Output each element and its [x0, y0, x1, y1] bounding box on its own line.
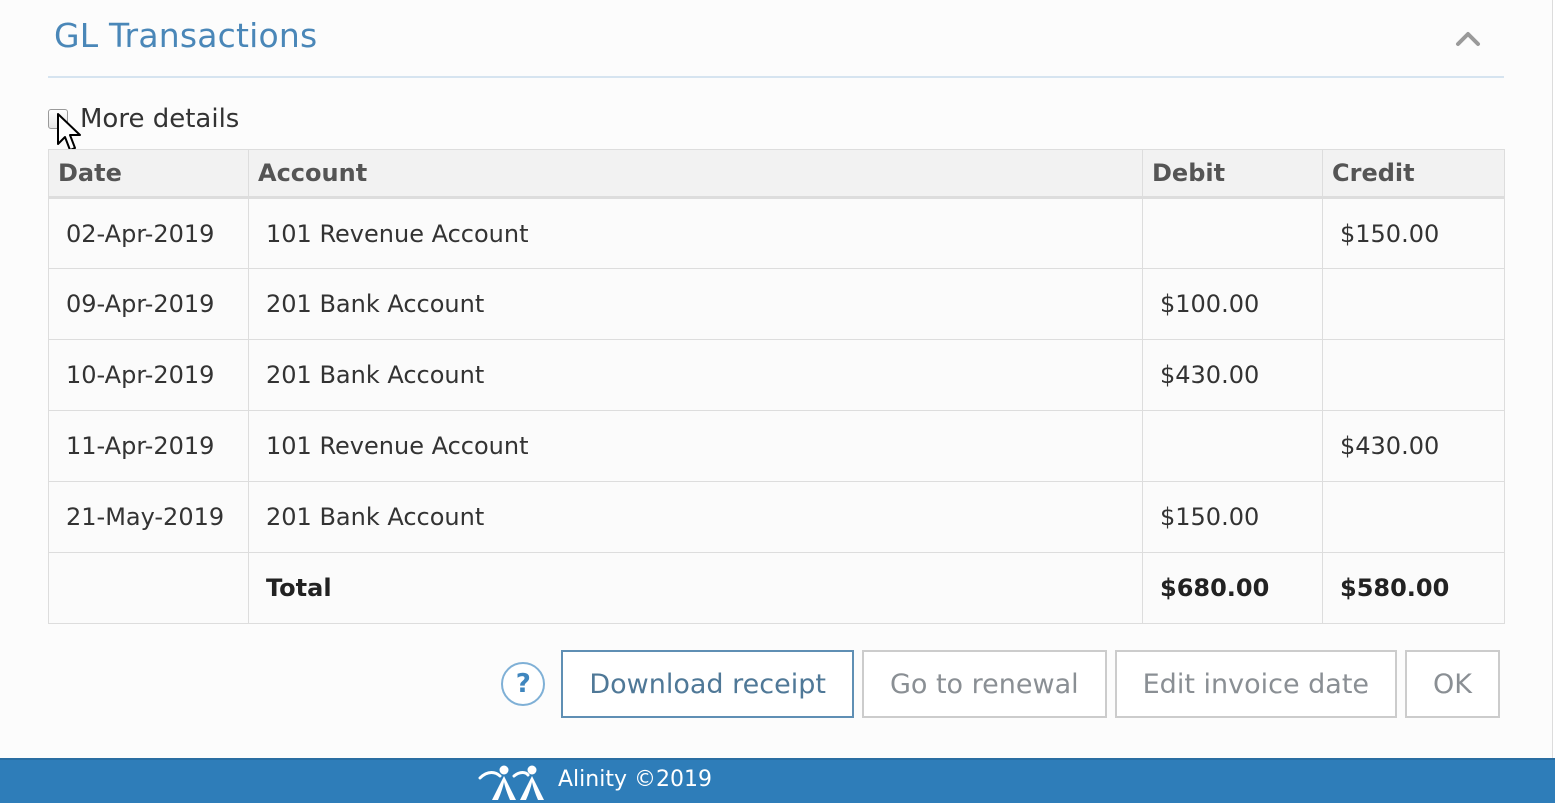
column-header-account[interactable]: Account [248, 149, 1143, 199]
total-credit: $580.00 [1322, 552, 1505, 624]
alinity-logo-icon [478, 765, 544, 800]
cell-account: 201 Bank Account [248, 481, 1143, 553]
table-row: 11-Apr-2019 101 Revenue Account $430.00 [48, 410, 1505, 482]
table-row: 02-Apr-2019 101 Revenue Account $150.00 [48, 197, 1505, 269]
table-row: 21-May-2019 201 Bank Account $150.00 [48, 481, 1505, 553]
collapse-button[interactable] [1448, 20, 1488, 56]
edit-invoice-date-button[interactable]: Edit invoice date [1114, 650, 1398, 718]
cell-date: 02-Apr-2019 [48, 197, 249, 269]
cell-debit: $430.00 [1142, 339, 1323, 411]
column-header-date[interactable]: Date [48, 149, 249, 199]
table-header-row: Date Account Debit Credit [48, 149, 1505, 199]
go-to-renewal-button[interactable]: Go to renewal [861, 650, 1107, 718]
mouse-pointer-icon [57, 113, 81, 151]
download-receipt-button[interactable]: Download receipt [561, 650, 854, 718]
help-button[interactable]: ? [501, 662, 546, 706]
total-debit: $680.00 [1142, 552, 1323, 624]
cell-date: 10-Apr-2019 [48, 339, 249, 411]
gl-transactions-table: Date Account Debit Credit 02-Apr-2019 10… [48, 149, 1505, 624]
footer-copyright: Alinity ©2019 [558, 767, 712, 792]
panel-header: GL Transactions [48, 0, 1504, 78]
column-header-debit[interactable]: Debit [1142, 149, 1323, 199]
cell-credit [1322, 481, 1505, 553]
cell-date: 21-May-2019 [48, 481, 249, 553]
cell-credit [1322, 339, 1505, 411]
cell-debit: $100.00 [1142, 268, 1323, 340]
cell-account: 101 Revenue Account [248, 197, 1143, 269]
column-header-credit[interactable]: Credit [1322, 149, 1505, 199]
cell-debit [1142, 410, 1323, 482]
table-row: 10-Apr-2019 201 Bank Account $430.00 [48, 339, 1505, 411]
cell-account: 201 Bank Account [248, 268, 1143, 340]
cell-credit: $150.00 [1322, 197, 1505, 269]
table-total-row: Total $680.00 $580.00 [48, 552, 1505, 624]
question-circle-icon: ? [515, 669, 531, 699]
table-row: 09-Apr-2019 201 Bank Account $100.00 [48, 268, 1505, 340]
gl-transactions-panel: GL Transactions More details Date Accoun… [0, 0, 1553, 758]
cell-account: 201 Bank Account [248, 339, 1143, 411]
total-date [48, 552, 249, 624]
panel-title: GL Transactions [54, 16, 318, 55]
total-label: Total [248, 552, 1143, 624]
footer: Alinity ©2019 [0, 758, 1555, 803]
more-details-label: More details [80, 104, 240, 134]
cell-debit: $150.00 [1142, 481, 1323, 553]
cell-debit [1142, 197, 1323, 269]
cell-account: 101 Revenue Account [248, 410, 1143, 482]
ok-button[interactable]: OK [1405, 650, 1500, 718]
chevron-up-icon [1456, 32, 1480, 46]
cell-credit: $430.00 [1322, 410, 1505, 482]
cell-date: 09-Apr-2019 [48, 268, 249, 340]
action-bar: ? Download receipt Go to renewal Edit in… [501, 650, 1500, 718]
cell-credit [1322, 268, 1505, 340]
cell-date: 11-Apr-2019 [48, 410, 249, 482]
